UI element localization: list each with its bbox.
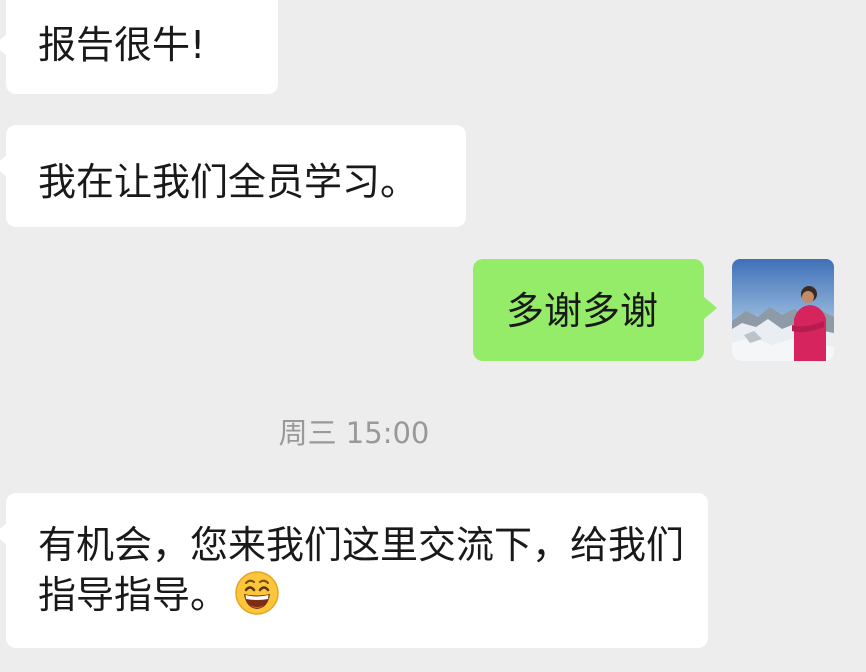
avatar-photo-icon — [732, 259, 834, 361]
grinning-face-emoji-icon — [234, 570, 280, 616]
message-timestamp: 周三 15:00 — [278, 416, 430, 450]
incoming-message-bubble[interactable]: 报告很牛! — [0, 0, 278, 94]
message-text: 多谢多谢 — [506, 289, 659, 333]
message-text: 报告很牛! — [38, 23, 206, 67]
message-text: 有机会，您来我们这里交流下，给我们指导指导。 — [38, 523, 685, 617]
message-text: 我在让我们全员学习。 — [38, 160, 419, 204]
outgoing-message-bubble[interactable]: 多谢多谢 — [473, 259, 717, 361]
incoming-message-bubble[interactable]: 我在让我们全员学习。 — [0, 125, 466, 227]
incoming-message-bubble[interactable]: 有机会，您来我们这里交流下，给我们指导指导。 — [0, 493, 708, 648]
user-avatar[interactable] — [732, 259, 834, 361]
